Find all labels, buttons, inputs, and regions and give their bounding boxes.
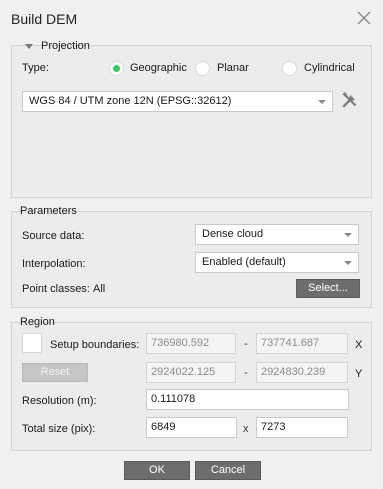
collapse-arrow-icon[interactable] — [24, 42, 34, 50]
setup-boundaries-label[interactable]: Setup boundaries: — [50, 339, 139, 351]
chevron-down-icon — [318, 100, 326, 104]
point-classes-value: All — [93, 283, 106, 295]
chevron-down-icon — [344, 233, 352, 237]
reset-button[interactable]: Reset — [22, 363, 88, 382]
setup-boundaries-checkbox[interactable] — [22, 333, 42, 353]
resolution-field[interactable]: 0.111078 — [146, 389, 349, 410]
source-data-value: Dense cloud — [202, 228, 264, 240]
interpolation-label: Interpolation: — [22, 258, 86, 270]
radio-geographic-label[interactable]: Geographic — [130, 62, 187, 74]
cancel-button[interactable]: Cancel — [195, 461, 261, 480]
radio-planar-label[interactable]: Planar — [217, 62, 249, 74]
source-data-label: Source data: — [22, 230, 85, 242]
radio-planar[interactable] — [195, 61, 210, 76]
point-classes-label: Point classes: — [22, 283, 90, 295]
total-size-height-field[interactable]: 7273 — [256, 417, 348, 438]
crs-select[interactable]: WGS 84 / UTM zone 12N (EPSG::32612) — [22, 91, 333, 112]
interpolation-select[interactable]: Enabled (default) — [195, 252, 359, 273]
x-max-field[interactable]: 737741.687 — [256, 333, 348, 354]
select-point-classes-button[interactable]: Select... — [296, 279, 360, 298]
resolution-label: Resolution (m): — [22, 395, 97, 407]
y-axis-label: Y — [355, 368, 363, 380]
interpolation-value: Enabled (default) — [202, 256, 286, 268]
x-range-separator: - — [244, 338, 248, 350]
radio-cylindrical-label[interactable]: Cylindrical — [304, 62, 355, 74]
dialog-title: Build DEM — [11, 11, 78, 27]
projection-type-label: Type: — [22, 62, 49, 74]
y-max-field[interactable]: 2924830.239 — [256, 362, 348, 383]
radio-cylindrical[interactable] — [282, 61, 297, 76]
projection-group-title: Projection — [41, 40, 90, 52]
x-min-field[interactable]: 736980.592 — [146, 333, 236, 354]
tools-icon[interactable] — [341, 91, 359, 109]
region-group-title: Region — [20, 316, 55, 328]
y-min-field[interactable]: 2924022.125 — [146, 362, 236, 383]
total-size-separator: x — [243, 423, 249, 435]
y-range-separator: - — [244, 367, 248, 379]
total-size-width-field[interactable]: 6849 — [146, 417, 237, 438]
source-data-select[interactable]: Dense cloud — [195, 224, 359, 245]
x-axis-label: X — [355, 339, 363, 351]
close-icon[interactable] — [355, 9, 373, 27]
total-size-label: Total size (pix): — [22, 423, 96, 435]
radio-geographic[interactable] — [109, 61, 124, 76]
chevron-down-icon — [344, 261, 352, 265]
ok-button[interactable]: OK — [124, 461, 190, 480]
crs-select-value: WGS 84 / UTM zone 12N (EPSG::32612) — [29, 95, 232, 107]
parameters-group-title: Parameters — [20, 205, 77, 217]
